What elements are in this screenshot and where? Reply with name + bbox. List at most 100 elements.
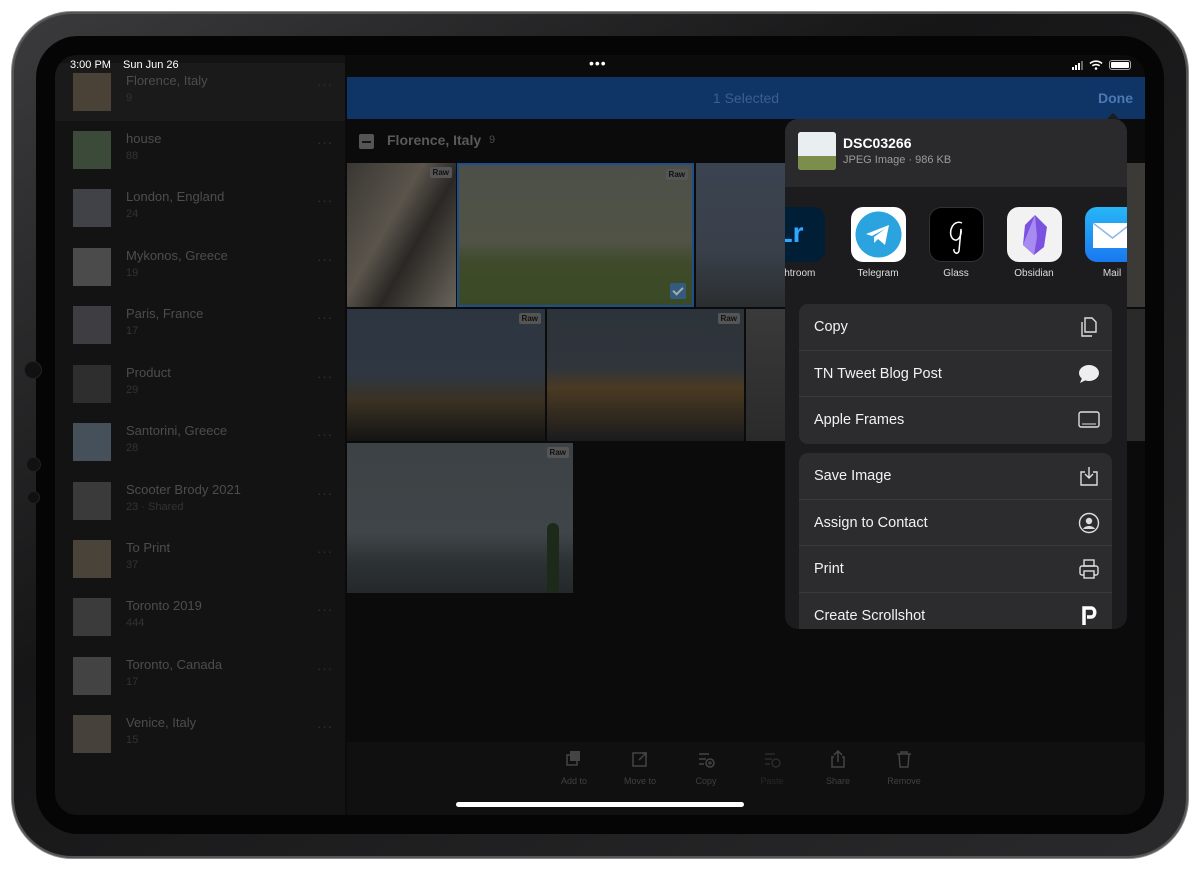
sidebar-album-paris[interactable]: Paris, France 17 ···	[55, 296, 345, 354]
album-more-button[interactable]: ···	[317, 719, 333, 734]
home-indicator[interactable]	[456, 802, 744, 807]
album-sidebar: Florence, Italy 9 ··· house 88 ··· Londo…	[55, 55, 345, 815]
multitasking-dots[interactable]: •••	[589, 55, 607, 71]
photo-thumbnail[interactable]: Raw	[547, 309, 744, 441]
share-actions-group-2: Save Image Assign to Contact Print Creat…	[799, 453, 1112, 629]
action-copy[interactable]: Copy	[799, 304, 1112, 351]
sidebar-album-to-print[interactable]: To Print 37 ···	[55, 530, 345, 588]
app-label: Mail	[1102, 268, 1122, 279]
share-button[interactable]: Share	[808, 750, 868, 786]
album-thumbnail	[73, 423, 111, 461]
action-apple-frames[interactable]: Apple Frames	[799, 397, 1112, 444]
album-more-button[interactable]: ···	[317, 135, 333, 150]
tool-label: Remove	[887, 776, 921, 786]
save-image-icon	[1080, 467, 1098, 486]
album-more-button[interactable]: ···	[317, 193, 333, 208]
album-count: 88	[126, 150, 139, 162]
album-more-button[interactable]: ···	[317, 369, 333, 384]
share-app-telegram[interactable]: Telegram	[844, 207, 912, 279]
album-count: 17	[126, 676, 139, 688]
photo-thumbnail[interactable]: Raw	[347, 163, 456, 307]
album-more-button[interactable]: ···	[317, 252, 333, 267]
raw-badge: Raw	[546, 447, 569, 458]
raw-badge: Raw	[518, 313, 541, 324]
add-to-button[interactable]: Add to	[544, 750, 604, 786]
photo-thumbnail[interactable]: Raw	[347, 309, 545, 441]
action-label: Assign to Contact	[814, 514, 928, 531]
sidebar-album-toronto-canada[interactable]: Toronto, Canada 17 ···	[55, 647, 345, 705]
album-count: 17	[126, 325, 139, 337]
tool-label: Copy	[695, 776, 717, 786]
telegram-icon	[850, 207, 906, 262]
action-label: TN Tweet Blog Post	[814, 365, 942, 382]
action-label: Apple Frames	[814, 412, 905, 428]
album-name: Scooter Brody 2021	[126, 482, 241, 497]
status-date: Sun Jun 26	[123, 59, 179, 71]
share-app-lightroom[interactable]: Lr ghtroom	[785, 207, 831, 279]
album-more-button[interactable]: ···	[317, 661, 333, 676]
album-thumbnail	[73, 189, 111, 227]
paste-settings-button[interactable]: Paste	[742, 750, 802, 786]
sidebar-album-venice[interactable]: Venice, Italy 15 ···	[55, 705, 345, 763]
share-app-obsidian[interactable]: Obsidian	[1000, 207, 1068, 279]
album-thumbnail	[73, 657, 111, 695]
sidebar-album-scooter-brody[interactable]: Scooter Brody 2021 23 · Shared ···	[55, 472, 345, 530]
sidebar-album-toronto-2019[interactable]: Toronto 2019 444 ···	[55, 588, 345, 646]
app-label: ghtroom	[785, 268, 816, 279]
move-to-button[interactable]: Move to	[610, 750, 670, 786]
deselect-all-checkbox[interactable]	[359, 134, 374, 149]
photo-thumbnail[interactable]	[1127, 309, 1145, 441]
action-tn-tweet-blog-post[interactable]: TN Tweet Blog Post	[799, 351, 1112, 397]
album-more-button[interactable]: ···	[317, 486, 333, 501]
sidebar-album-house[interactable]: house 88 ···	[55, 121, 345, 179]
album-thumbnail	[73, 73, 111, 111]
sidebar-album-mykonos[interactable]: Mykonos, Greece 19 ···	[55, 238, 345, 296]
section-title: Florence, Italy	[387, 132, 482, 148]
album-thumbnail	[73, 365, 111, 403]
action-label: Save Image	[814, 468, 892, 484]
action-print[interactable]: Print	[799, 546, 1112, 593]
album-thumbnail	[73, 306, 111, 344]
sidebar-album-product[interactable]: Product 29 ···	[55, 355, 345, 413]
album-more-button[interactable]: ···	[317, 310, 333, 325]
photo-thumbnail[interactable]	[696, 163, 786, 307]
status-bar: 3:00 PM Sun Jun 26 •••	[55, 55, 1145, 77]
album-more-button[interactable]: ···	[317, 602, 333, 617]
photo-thumbnail[interactable]	[1127, 163, 1145, 307]
raw-badge: Raw	[665, 169, 688, 180]
sidebar-album-santorini[interactable]: Santorini, Greece 28 ···	[55, 413, 345, 471]
add-to-icon	[566, 751, 580, 766]
sidebar-album-london[interactable]: London, England 24 ···	[55, 179, 345, 237]
ipad-screen: 3:00 PM Sun Jun 26 ••• Florence, Italy 9…	[55, 55, 1145, 815]
photo-thumbnail-selected[interactable]: Raw	[457, 163, 694, 307]
front-camera-icon	[25, 362, 41, 378]
mail-icon	[1084, 207, 1127, 262]
action-assign-to-contact[interactable]: Assign to Contact	[799, 500, 1112, 546]
tablet-frame-icon	[1078, 411, 1100, 428]
selection-count: 1 Selected	[712, 90, 780, 106]
cypress-tree	[547, 523, 559, 593]
tool-label: Share	[825, 776, 851, 786]
share-app-glass[interactable]: Glass	[922, 207, 990, 279]
photo-thumbnail[interactable]	[746, 309, 786, 441]
selected-checkmark-icon	[670, 283, 686, 299]
contact-icon	[1078, 512, 1100, 533]
copy-settings-button[interactable]: Copy	[676, 750, 736, 786]
action-label: Create Scrollshot	[814, 607, 926, 624]
photo-thumbnail[interactable]: Raw	[347, 443, 573, 593]
trash-icon	[897, 751, 911, 768]
album-more-button[interactable]: ···	[317, 544, 333, 559]
share-app-mail[interactable]: Mail	[1078, 207, 1127, 279]
action-save-image[interactable]: Save Image	[799, 453, 1112, 500]
album-name: Venice, Italy	[126, 715, 197, 730]
battery-icon	[1109, 60, 1131, 70]
done-button[interactable]: Done	[1098, 90, 1133, 106]
action-create-scrollshot[interactable]: Create Scrollshot	[799, 593, 1112, 630]
album-name: London, England	[126, 189, 225, 204]
share-icon	[831, 750, 845, 768]
album-thumbnail	[73, 715, 111, 753]
album-more-button[interactable]: ···	[317, 77, 333, 92]
album-more-button[interactable]: ···	[317, 427, 333, 442]
remove-button[interactable]: Remove	[874, 750, 934, 786]
album-count: 19	[126, 267, 139, 279]
